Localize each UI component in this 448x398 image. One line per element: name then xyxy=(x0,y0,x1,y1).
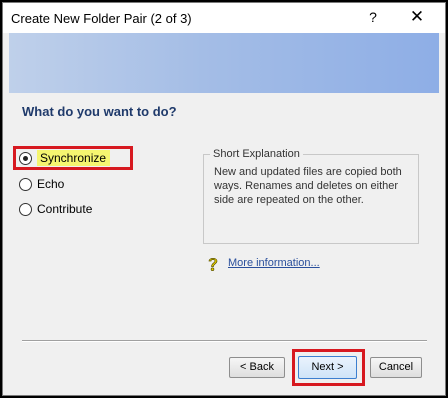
explanation-title: Short Explanation xyxy=(210,148,303,160)
footer-separator-highlight xyxy=(22,341,427,342)
back-button[interactable]: < Back xyxy=(229,357,285,378)
radio-button-selected[interactable] xyxy=(19,151,32,165)
radio-label-synchronize: Synchronize xyxy=(37,150,111,166)
radio-contribute[interactable]: Contribute xyxy=(19,200,92,218)
radio-label-echo: Echo xyxy=(37,177,65,191)
help-button[interactable]: ? xyxy=(365,9,381,27)
radio-button[interactable] xyxy=(19,177,32,191)
close-button[interactable]: ✕ xyxy=(407,7,427,29)
next-button[interactable]: Next > xyxy=(298,356,357,379)
radio-button[interactable] xyxy=(19,202,32,216)
radio-synchronize[interactable]: Synchronize xyxy=(19,149,111,167)
page-heading: What do you want to do? xyxy=(22,104,177,119)
window-title: Create New Folder Pair (2 of 3) xyxy=(11,11,192,26)
radio-echo[interactable]: Echo xyxy=(19,175,64,193)
title-bar: Create New Folder Pair (2 of 3) ? ✕ xyxy=(3,3,445,33)
question-mark-icon xyxy=(208,258,218,272)
radio-label-contribute: Contribute xyxy=(37,202,93,216)
more-information-link[interactable]: More information... xyxy=(228,257,320,269)
header-banner xyxy=(9,33,439,93)
cancel-button[interactable]: Cancel xyxy=(370,357,422,378)
explanation-text: New and updated files are copied both wa… xyxy=(214,166,402,206)
